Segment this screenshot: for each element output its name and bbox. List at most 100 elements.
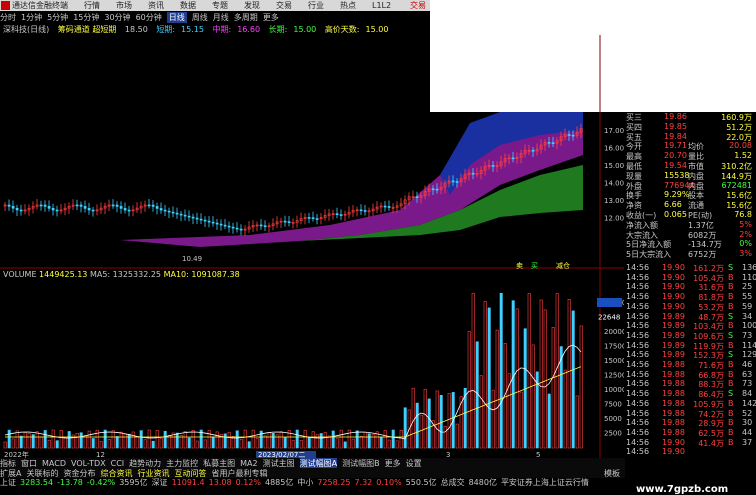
trade-cell: 14:56 bbox=[626, 340, 650, 350]
tab-macd[interactable]: MACD bbox=[42, 459, 66, 468]
indicator-info: 深科技(日线) 筹码通道 超短期 18.50 短期: 15.15 中期: 16.60… bbox=[3, 24, 423, 34]
volume-bar bbox=[543, 309, 547, 449]
volume-bar bbox=[155, 429, 159, 449]
candle-body bbox=[363, 210, 367, 212]
menu-item-market[interactable]: 行情 bbox=[84, 0, 100, 11]
menu-item-news[interactable]: 资讯 bbox=[148, 0, 164, 11]
period-tab[interactable]: 更多 bbox=[263, 12, 279, 23]
tab-ma2[interactable]: MA2 bbox=[240, 459, 257, 468]
menu-item-industry[interactable]: 行业 bbox=[308, 0, 324, 11]
status-item: 11091.4 bbox=[171, 478, 205, 487]
tab-cci[interactable]: CCI bbox=[111, 459, 125, 468]
candle-body bbox=[223, 224, 227, 227]
trade-cell: 14:56 bbox=[626, 437, 650, 447]
kline-chart[interactable]: 17.0016.0015.0014.0013.0012.00 250002264… bbox=[0, 35, 624, 458]
date-label: 5 bbox=[536, 451, 540, 458]
trade-cell: 14:56 bbox=[626, 389, 650, 399]
tab-fund-dist[interactable]: 资金分布 bbox=[63, 468, 95, 479]
period-tab[interactable]: 分时 bbox=[0, 12, 16, 23]
tab-settings[interactable]: 设置 bbox=[406, 458, 422, 469]
volume-bar bbox=[211, 436, 215, 449]
period-tab[interactable]: 60分钟 bbox=[136, 12, 162, 23]
volume-bar bbox=[279, 431, 283, 449]
trade-row: 14:56 19.88 62.5万 B 44 bbox=[624, 428, 754, 438]
trade-cell: 34 bbox=[742, 311, 753, 321]
status-item: 总成交 bbox=[440, 478, 465, 487]
status-item: 7258.25 bbox=[317, 478, 351, 487]
tab-qa[interactable]: 互动问答 bbox=[174, 468, 206, 479]
volume-bar bbox=[187, 437, 191, 449]
volume-bar bbox=[575, 395, 579, 449]
volume-bar bbox=[31, 434, 35, 449]
quote-row: 买四 19.85 51.2万 bbox=[624, 122, 752, 132]
trade-cell: 19.88 bbox=[662, 369, 685, 379]
period-tab[interactable]: 5分钟 bbox=[47, 12, 68, 23]
volume-bar bbox=[63, 437, 67, 449]
candle-body bbox=[155, 206, 159, 209]
trade-row: 14:56 19.90 bbox=[624, 447, 754, 457]
period-tab[interactable]: 周线 bbox=[192, 12, 208, 23]
period-tab[interactable]: 多周期 bbox=[234, 12, 258, 23]
menu-item-topics[interactable]: 专题 bbox=[212, 0, 228, 11]
quote-cell: 20.08 bbox=[729, 141, 752, 151]
candle-body bbox=[455, 181, 459, 183]
trade-cell: 142 bbox=[742, 398, 756, 408]
menu-item-exchange[interactable]: 市场 bbox=[116, 0, 132, 11]
candle-body bbox=[163, 209, 167, 212]
menu-item-discover[interactable]: 发现 bbox=[244, 0, 260, 11]
trade-button[interactable]: 交易 bbox=[410, 0, 426, 11]
volume-bar bbox=[423, 388, 427, 449]
indicator-name[interactable]: 筹码通道 超短期 bbox=[58, 25, 117, 34]
tab-test-b[interactable]: 测试幅图B bbox=[342, 458, 380, 469]
volume-bar bbox=[59, 430, 63, 449]
period-tab-selected[interactable]: 日线 bbox=[166, 11, 187, 23]
volume-axis-label: 5000 bbox=[604, 415, 622, 423]
trade-cell: B bbox=[728, 398, 734, 408]
status-item[interactable]: 平安证券上海上证云行情 bbox=[501, 477, 589, 488]
volume-bar bbox=[559, 346, 563, 449]
ma10-value: MA10: 1091087.38 bbox=[163, 270, 240, 279]
candle-body bbox=[547, 142, 551, 144]
tab-related[interactable]: 关联标的 bbox=[26, 468, 58, 479]
menu-item-l1l2[interactable]: L1L2 bbox=[372, 1, 391, 10]
quote-row: 收益(一) 0.065 PE(动) 76.8 bbox=[624, 210, 752, 220]
watermark: www.7gpzb.com bbox=[636, 484, 729, 495]
tab-more[interactable]: 更多 bbox=[385, 458, 401, 469]
tab-test-a[interactable]: 测试幅图A bbox=[299, 457, 338, 469]
menu-item-data[interactable]: 数据 bbox=[180, 0, 196, 11]
period-tab[interactable]: 15分钟 bbox=[73, 12, 99, 23]
quote-row: 大宗流入 6082万 2% bbox=[624, 230, 752, 240]
period-tab[interactable]: 月线 bbox=[213, 12, 229, 23]
menu-item-trade[interactable]: 交易 bbox=[276, 0, 292, 11]
trade-row: 14:56 19.89 48.7万 S 34 bbox=[624, 312, 754, 322]
status-item: 中小 bbox=[297, 478, 314, 487]
trade-cell: B bbox=[728, 379, 734, 389]
period-tab[interactable]: 1分钟 bbox=[21, 12, 42, 23]
period-tab[interactable]: 30分钟 bbox=[104, 12, 130, 23]
candle-body bbox=[187, 215, 191, 218]
volume-bar bbox=[263, 435, 267, 449]
candle-body bbox=[123, 208, 127, 211]
high-label: 高价天数: bbox=[324, 25, 360, 34]
volume-bar bbox=[323, 432, 327, 449]
trade-cell: 14:56 bbox=[626, 360, 650, 369]
template-button[interactable]: 模板 bbox=[604, 468, 620, 479]
volume-bar bbox=[563, 369, 567, 449]
trade-cell: 19.90 bbox=[662, 437, 685, 447]
quote-cell: 5% bbox=[739, 219, 752, 229]
quote-cell: 672481 bbox=[721, 180, 752, 190]
volume-bar bbox=[479, 375, 483, 449]
trade-cell: 37 bbox=[742, 437, 753, 447]
trade-cell: 19.90 bbox=[662, 272, 685, 282]
short-label: 短期: bbox=[156, 25, 176, 34]
volume-axis-label: 20000 bbox=[604, 328, 624, 336]
status-item: 上证 bbox=[0, 478, 16, 487]
volume-bar bbox=[131, 431, 135, 449]
volume-bar bbox=[291, 440, 295, 449]
tab-vol-tdx[interactable]: VOL-TDX bbox=[71, 459, 106, 468]
menu-item-hot[interactable]: 热点 bbox=[340, 0, 356, 11]
candle-body bbox=[159, 208, 163, 211]
candle-body bbox=[359, 209, 363, 212]
tab-special[interactable]: 省用户最利专辑 bbox=[211, 468, 267, 479]
candle-body bbox=[335, 213, 339, 216]
